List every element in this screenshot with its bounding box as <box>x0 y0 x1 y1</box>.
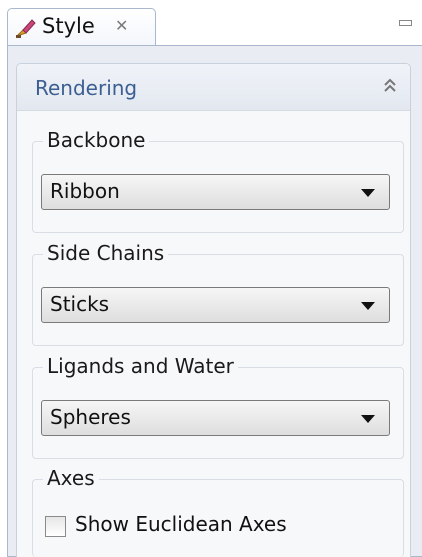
side-chains-group: Side Chains Sticks <box>32 240 404 346</box>
ligands-group: Ligands and Water Spheres <box>32 353 404 459</box>
backbone-group: Backbone Ribbon <box>32 127 404 233</box>
chevron-down-icon <box>361 415 375 423</box>
view-tab-bar: Style ✕ <box>0 0 422 46</box>
double-chevron-up-icon[interactable] <box>382 76 398 96</box>
ligands-select-value: Spheres <box>50 405 131 429</box>
ligands-label: Ligands and Water <box>43 353 238 379</box>
paint-brush-icon <box>14 16 38 40</box>
side-chains-label: Side Chains <box>43 240 169 266</box>
style-tab[interactable]: Style ✕ <box>7 8 156 46</box>
ligands-select[interactable]: Spheres <box>41 400 390 436</box>
backbone-select-value: Ribbon <box>50 179 120 203</box>
section-header[interactable]: Rendering <box>17 64 410 111</box>
axes-group: Axes Show Euclidean Axes <box>32 465 404 557</box>
chevron-down-icon <box>361 302 375 310</box>
chevron-down-icon <box>361 189 375 197</box>
minimize-icon[interactable] <box>399 20 412 26</box>
close-icon[interactable]: ✕ <box>115 18 128 34</box>
side-chains-select-value: Sticks <box>50 292 110 316</box>
tab-title: Style <box>42 14 95 38</box>
side-chains-select[interactable]: Sticks <box>41 287 390 323</box>
show-euclidean-axes-label[interactable]: Show Euclidean Axes <box>75 512 287 536</box>
section-title: Rendering <box>35 76 138 100</box>
backbone-select[interactable]: Ribbon <box>41 174 390 210</box>
show-euclidean-axes-checkbox[interactable] <box>45 516 66 537</box>
axes-label: Axes <box>43 465 99 491</box>
backbone-label: Backbone <box>43 127 150 153</box>
